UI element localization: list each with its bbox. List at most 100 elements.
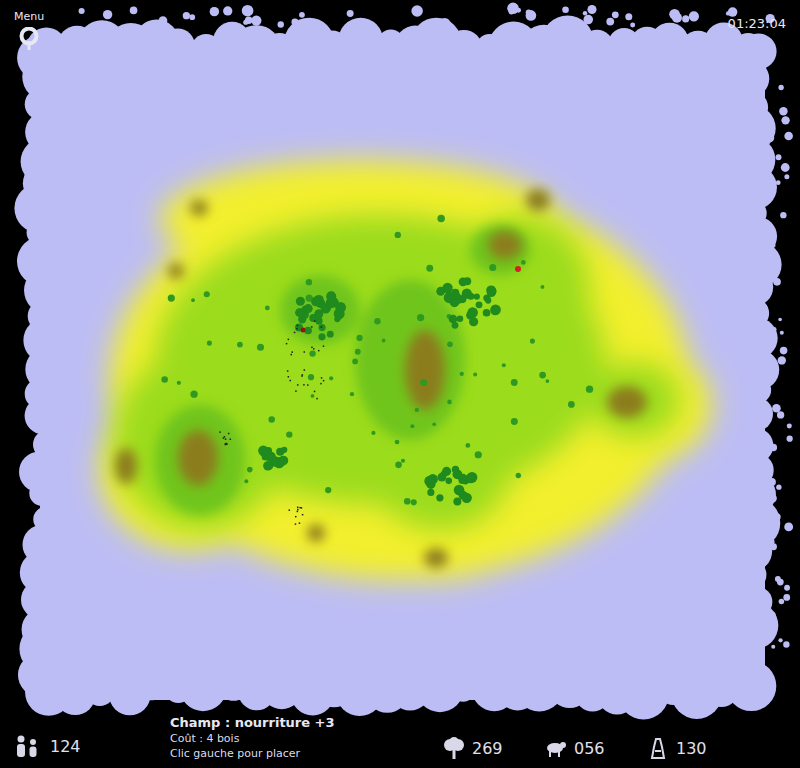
tree[interactable] — [466, 473, 476, 483]
bush[interactable] — [325, 487, 331, 493]
tree[interactable] — [452, 322, 459, 329]
tree[interactable] — [449, 315, 458, 324]
villager[interactable] — [297, 511, 299, 512]
tree[interactable] — [467, 307, 478, 318]
tree[interactable] — [278, 456, 288, 466]
bush[interactable] — [237, 342, 243, 348]
tree[interactable] — [457, 315, 464, 322]
tree[interactable] — [474, 294, 480, 300]
bush[interactable] — [371, 431, 375, 435]
tree[interactable] — [445, 292, 453, 300]
tree[interactable] — [304, 304, 313, 313]
villager[interactable] — [299, 522, 301, 524]
villager[interactable] — [314, 320, 316, 322]
tree[interactable] — [490, 304, 501, 315]
bush[interactable] — [411, 499, 417, 505]
tree[interactable] — [266, 463, 273, 470]
villager[interactable] — [219, 431, 221, 433]
villager[interactable] — [287, 370, 289, 372]
bush[interactable] — [447, 400, 452, 405]
bush[interactable] — [417, 314, 424, 321]
tree[interactable] — [314, 309, 323, 318]
bush[interactable] — [350, 392, 354, 396]
tree[interactable] — [318, 333, 325, 340]
bush[interactable] — [420, 379, 427, 386]
bush[interactable] — [521, 260, 526, 265]
villager[interactable] — [289, 509, 291, 511]
villager[interactable] — [311, 326, 313, 328]
bush[interactable] — [395, 440, 400, 445]
villager[interactable] — [318, 350, 320, 352]
bush[interactable] — [511, 418, 518, 425]
bush[interactable] — [247, 467, 253, 473]
bush[interactable] — [568, 401, 575, 408]
bush[interactable] — [426, 265, 433, 272]
bush[interactable] — [161, 376, 168, 383]
bush[interactable] — [306, 279, 312, 285]
bush[interactable] — [311, 394, 315, 398]
bush[interactable] — [516, 473, 521, 478]
bush[interactable] — [415, 408, 419, 412]
villager[interactable] — [299, 507, 301, 509]
bush[interactable] — [489, 264, 496, 271]
bush[interactable] — [395, 232, 401, 238]
bush[interactable] — [473, 373, 477, 377]
tree[interactable] — [296, 297, 305, 306]
villager[interactable] — [224, 436, 226, 438]
bush[interactable] — [432, 422, 436, 426]
building[interactable] — [301, 328, 306, 333]
tree[interactable] — [327, 331, 334, 338]
villager[interactable] — [296, 328, 298, 330]
bush[interactable] — [244, 479, 248, 483]
bush[interactable] — [257, 344, 264, 351]
tree[interactable] — [427, 489, 434, 496]
bush[interactable] — [410, 424, 414, 428]
tree[interactable] — [319, 324, 326, 331]
villager[interactable] — [307, 384, 309, 386]
bush[interactable] — [177, 381, 181, 385]
bush[interactable] — [465, 443, 470, 448]
bush[interactable] — [309, 350, 315, 356]
villager[interactable] — [225, 444, 227, 446]
tree[interactable] — [281, 447, 287, 453]
bush[interactable] — [447, 341, 453, 347]
bush[interactable] — [530, 339, 535, 344]
bush[interactable] — [437, 215, 445, 223]
tree[interactable] — [453, 498, 461, 506]
bush[interactable] — [355, 349, 361, 355]
villager[interactable] — [291, 351, 293, 353]
bush[interactable] — [546, 379, 550, 383]
villager[interactable] — [291, 354, 293, 356]
tree[interactable] — [469, 317, 478, 326]
tree[interactable] — [445, 478, 452, 485]
bush[interactable] — [207, 340, 212, 345]
tree[interactable] — [437, 473, 446, 482]
bush[interactable] — [352, 359, 358, 365]
bush[interactable] — [395, 462, 402, 469]
bush[interactable] — [168, 294, 175, 301]
tree[interactable] — [325, 298, 335, 308]
bush[interactable] — [190, 390, 197, 397]
bush[interactable] — [286, 431, 292, 437]
bush[interactable] — [308, 374, 314, 380]
tree[interactable] — [454, 296, 462, 304]
tree[interactable] — [463, 277, 471, 285]
bush[interactable] — [401, 459, 405, 463]
villager[interactable] — [304, 369, 306, 371]
tree[interactable] — [485, 297, 491, 303]
bush[interactable] — [541, 285, 545, 289]
villager[interactable] — [288, 376, 290, 378]
villager[interactable] — [321, 326, 323, 328]
bush[interactable] — [268, 416, 275, 423]
tree[interactable] — [334, 316, 340, 322]
villager[interactable] — [301, 375, 303, 377]
bush[interactable] — [502, 363, 506, 367]
villager[interactable] — [228, 433, 230, 435]
bush[interactable] — [586, 386, 593, 393]
villager[interactable] — [297, 507, 299, 509]
villager[interactable] — [290, 380, 292, 382]
villager[interactable] — [294, 332, 296, 334]
bush[interactable] — [460, 372, 464, 376]
bush[interactable] — [265, 305, 270, 310]
tree[interactable] — [335, 302, 346, 313]
